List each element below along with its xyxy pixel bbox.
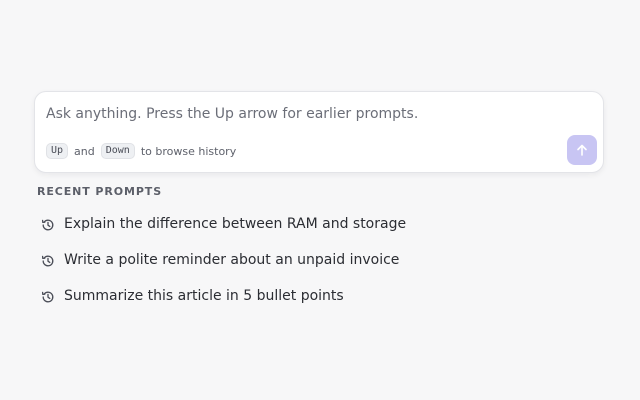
history-icon bbox=[41, 218, 55, 232]
recent-prompt-label: Write a polite reminder about an unpaid … bbox=[64, 252, 400, 268]
history-hint: Up and Down to browse history bbox=[46, 143, 236, 159]
recent-prompt-label: Summarize this article in 5 bullet point… bbox=[64, 288, 344, 304]
recent-prompt-item[interactable]: Write a polite reminder about an unpaid … bbox=[37, 242, 517, 278]
prompt-input[interactable] bbox=[46, 106, 546, 122]
history-icon bbox=[41, 290, 55, 304]
prompt-composer: Up and Down to browse history bbox=[34, 91, 604, 173]
recent-prompt-item[interactable]: Explain the difference between RAM and s… bbox=[37, 206, 517, 242]
recent-prompt-label: Explain the difference between RAM and s… bbox=[64, 216, 407, 232]
hint-suffix-text: to browse history bbox=[140, 144, 237, 158]
down-key-badge: Down bbox=[100, 143, 135, 159]
recent-prompts-heading: RECENT PROMPTS bbox=[37, 185, 163, 198]
history-icon bbox=[41, 254, 55, 268]
arrow-up-icon bbox=[575, 143, 589, 157]
send-button[interactable] bbox=[567, 135, 597, 165]
up-key-badge: Up bbox=[46, 143, 69, 159]
recent-prompt-item[interactable]: Summarize this article in 5 bullet point… bbox=[37, 278, 517, 314]
recent-prompts-list: Explain the difference between RAM and s… bbox=[37, 206, 517, 314]
hint-and-text: and bbox=[74, 144, 95, 158]
